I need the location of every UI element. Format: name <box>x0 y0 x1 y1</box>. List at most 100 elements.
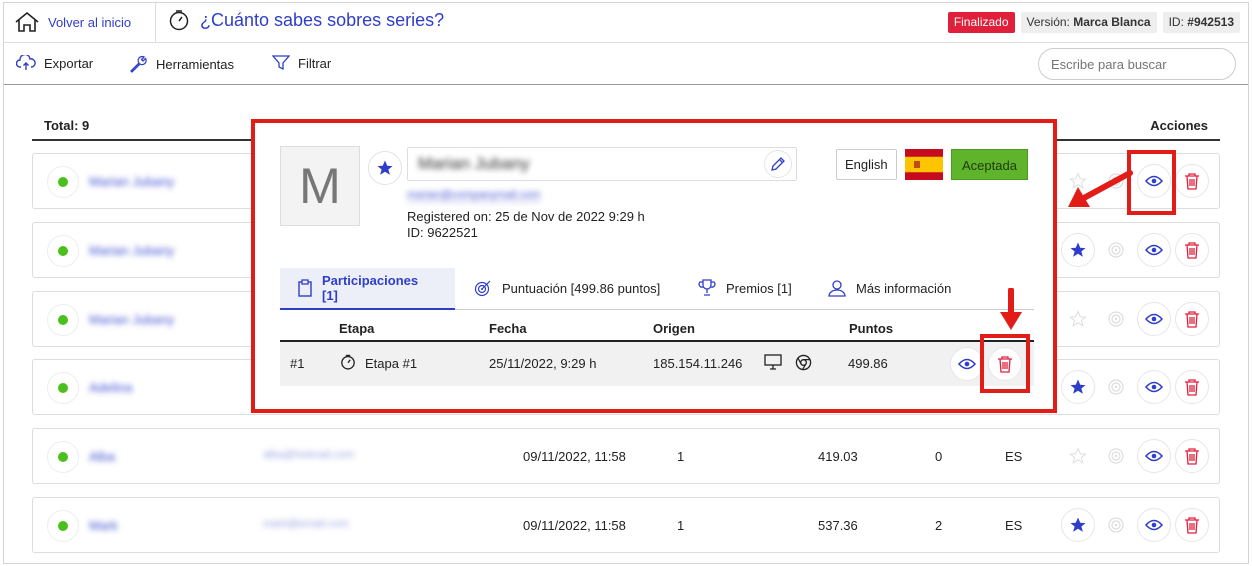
tab-puntuacion[interactable]: Puntuación [499.86 puntos] <box>456 268 678 308</box>
participant-points: 537.36 <box>818 518 858 533</box>
eye-icon <box>1145 450 1163 462</box>
view-participation-button[interactable] <box>950 347 984 381</box>
participant-language: ES <box>1005 518 1023 533</box>
filter-icon <box>272 55 290 71</box>
participant-modal: M Marian Jubany marian@companymail.com R… <box>251 119 1057 413</box>
star-icon <box>1069 447 1087 465</box>
favorite-button[interactable] <box>368 151 402 185</box>
actions-header: Acciones <box>1150 118 1208 133</box>
stopwatch-icon <box>168 9 190 31</box>
export-label: Exportar <box>44 55 94 71</box>
award-prize-button[interactable] <box>1099 439 1133 473</box>
participant-name[interactable]: Mark <box>89 518 118 533</box>
participation-count: 1 <box>677 518 685 533</box>
filter-button[interactable]: Filtrar <box>272 55 331 71</box>
tab-participaciones[interactable]: Participaciones [1] <box>280 268 455 310</box>
desktop-icon <box>764 354 782 370</box>
row-stage: Etapa #1 <box>365 356 418 371</box>
delete-button[interactable] <box>1175 439 1209 473</box>
participant-date: 09/11/2022, 11:58 <box>523 518 626 533</box>
home-link-label: Volver al inicio <box>48 14 132 30</box>
favorite-button[interactable] <box>1061 302 1095 336</box>
status-dot <box>58 246 68 256</box>
tab-label: Participaciones [1] <box>322 273 419 303</box>
participant-points: 419.03 <box>818 449 858 464</box>
favorite-button[interactable] <box>1061 508 1095 542</box>
view-button[interactable] <box>1137 508 1171 542</box>
participant-email: alba@hotmail.com <box>263 449 355 461</box>
tab-mas-informacion[interactable]: Más información <box>810 268 969 308</box>
name-field[interactable]: Marian Jubany <box>407 147 797 181</box>
trophy-icon <box>698 279 716 297</box>
delete-button[interactable] <box>1175 233 1209 267</box>
favorite-button[interactable] <box>1061 233 1095 267</box>
total-count: Total: 9 <box>44 118 90 133</box>
participant-date: 09/11/2022, 11:58 <box>523 449 626 464</box>
eye-icon <box>1145 313 1163 325</box>
delete-button[interactable] <box>1175 508 1209 542</box>
star-icon <box>376 159 394 177</box>
tab-label: Puntuación [499.86 puntos] <box>502 280 661 296</box>
delete-button[interactable] <box>1175 164 1209 198</box>
tools-button[interactable]: Herramientas <box>128 55 234 73</box>
status-dot <box>58 177 68 187</box>
row-origin: 185.154.11.246 <box>653 356 743 371</box>
delete-button[interactable] <box>1175 302 1209 336</box>
user-icon <box>828 279 846 297</box>
row-points: 499.86 <box>848 356 888 371</box>
eye-icon <box>1145 519 1163 531</box>
table-row: #1 Etapa #1 25/11/2022, 9:29 h 185.154.1… <box>280 342 1034 386</box>
trash-icon <box>1184 310 1200 328</box>
home-icon <box>14 11 40 33</box>
participant-email[interactable]: marian@companymail.com <box>407 189 541 202</box>
export-button[interactable]: Exportar <box>16 55 93 71</box>
award-prize-button[interactable] <box>1099 370 1133 404</box>
wrench-icon <box>128 55 148 73</box>
favorite-button[interactable] <box>1061 370 1095 404</box>
view-button[interactable] <box>1137 233 1171 267</box>
row-actions <box>1061 233 1209 267</box>
avatar: M <box>280 146 360 226</box>
view-button[interactable] <box>1137 439 1171 473</box>
list-item: Alba alba@hotmail.com 09/11/2022, 11:58 1 41… <box>32 428 1220 484</box>
participation-count: 1 <box>677 449 685 464</box>
cloud-upload-icon <box>16 55 36 71</box>
status-badge: Finalizado <box>947 12 1015 33</box>
app-frame: Volver al inicio ¿Cuánto sabes sobres se… <box>3 2 1249 564</box>
participant-name[interactable]: Adelina <box>89 380 132 395</box>
view-button[interactable] <box>1137 370 1171 404</box>
search-input[interactable] <box>1038 48 1236 80</box>
award-prize-button[interactable] <box>1099 302 1133 336</box>
status-accepted-button[interactable]: Aceptada <box>951 149 1028 180</box>
active-status-indicator <box>47 510 79 542</box>
favorite-button[interactable] <box>1061 439 1095 473</box>
target-icon <box>1107 241 1125 259</box>
participant-language: ES <box>1005 449 1023 464</box>
view-button[interactable] <box>1137 302 1171 336</box>
participant-name[interactable]: Marian Jubany <box>89 312 174 327</box>
trash-icon <box>1184 172 1200 190</box>
id-label: ID: <box>1168 15 1184 29</box>
tab-label: Premios [1] <box>726 280 792 296</box>
trash-icon <box>1184 516 1200 534</box>
pencil-icon <box>770 156 786 172</box>
list-item: Mark mark@email.com 09/11/2022, 11:58 1 537.… <box>32 497 1220 553</box>
edit-name-button[interactable] <box>764 150 792 178</box>
participant-name[interactable]: Marian Jubany <box>89 243 174 258</box>
participant-name[interactable]: Marian Jubany <box>89 174 174 189</box>
top-bar: Volver al inicio ¿Cuánto sabes sobres se… <box>4 3 1248 43</box>
award-prize-button[interactable] <box>1099 508 1133 542</box>
tab-premios[interactable]: Premios [1] <box>680 268 810 308</box>
award-prize-button[interactable] <box>1099 233 1133 267</box>
participant-name[interactable]: Alba <box>89 449 115 464</box>
filter-label: Filtrar <box>298 55 332 71</box>
home-link[interactable]: Volver al inicio <box>14 9 131 35</box>
annotation-box-view <box>1127 150 1176 215</box>
row-actions <box>1061 439 1209 473</box>
language-select[interactable]: English <box>836 149 897 180</box>
col-header-puntos: Puntos <box>849 321 894 336</box>
delete-button[interactable] <box>1175 370 1209 404</box>
row-date: 25/11/2022, 9:29 h <box>489 356 597 371</box>
target-icon <box>1107 378 1125 396</box>
page-title: ¿Cuánto sabes sobres series? <box>200 9 445 30</box>
